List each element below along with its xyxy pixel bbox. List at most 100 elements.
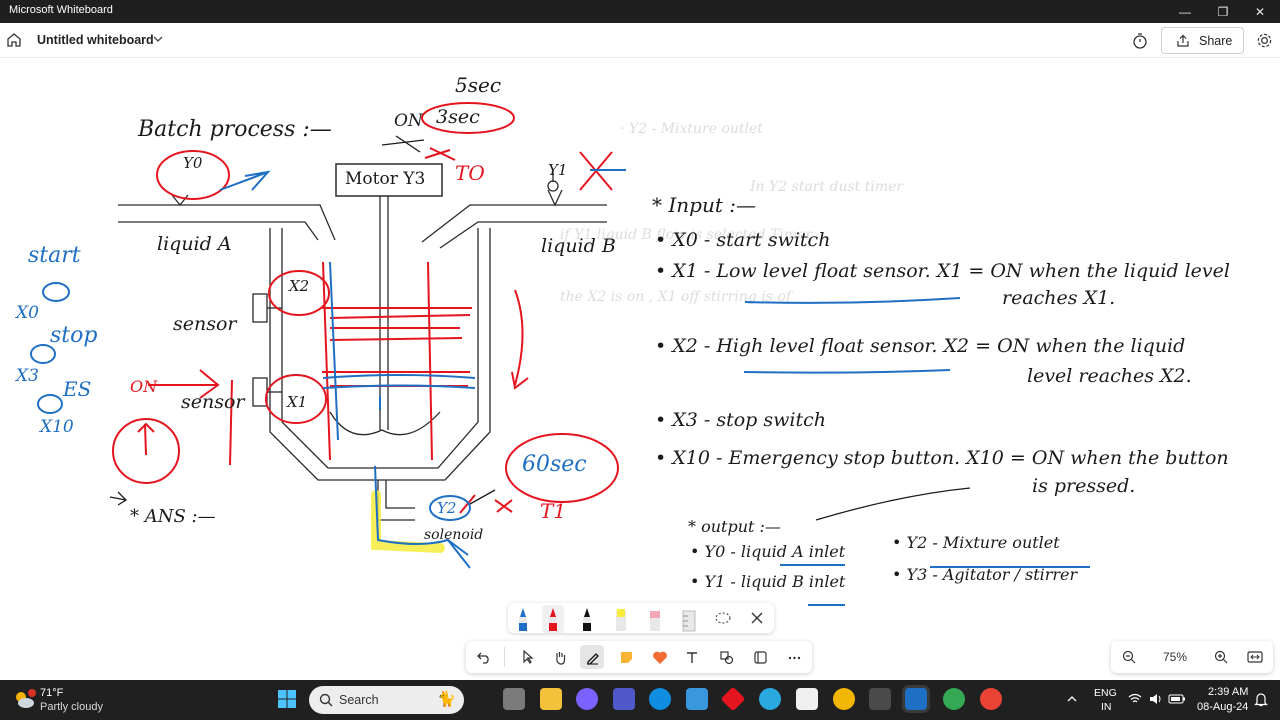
sticky-note-icon[interactable] (614, 645, 638, 669)
timer-5sec-label: 5sec (455, 73, 502, 97)
start-blue-label: start (28, 243, 81, 268)
valve-y0-tag: Y0 (183, 154, 203, 172)
whiteboard-app-icon[interactable] (905, 688, 927, 710)
select-pointer-icon[interactable] (516, 645, 540, 669)
file-explorer-icon[interactable] (540, 688, 562, 710)
pen-tray (508, 603, 774, 633)
app-yellow-icon[interactable] (833, 688, 855, 710)
battery-icon[interactable] (1168, 694, 1186, 704)
undo-icon[interactable] (472, 645, 496, 669)
y2-outlet-tag: Y2 (437, 499, 457, 517)
timer-60sec-label: 60sec (522, 452, 587, 477)
x3-blue-label: X3 (16, 366, 39, 386)
timer-3sec-label: 3sec (436, 106, 480, 128)
zoom-out-icon[interactable] (1117, 645, 1141, 669)
clock-date[interactable]: 08-Aug-24 (1197, 701, 1248, 713)
x2-sensor-tag: X2 (289, 277, 310, 295)
taskbar-search-input[interactable]: Search 🐈 (309, 686, 464, 714)
liquid-b-label: liquid B (541, 235, 616, 257)
highlighter-icon[interactable] (610, 605, 632, 633)
maximize-button[interactable]: ❐ (1203, 0, 1243, 23)
input-item-1-cont: reaches X1. (1002, 287, 1116, 309)
store-icon[interactable] (686, 688, 708, 710)
app-blue-circle-icon[interactable] (759, 688, 781, 710)
document-app-icon[interactable] (796, 688, 818, 710)
chevron-up-icon[interactable] (1066, 694, 1078, 704)
red-pen-icon[interactable] (542, 605, 564, 633)
sensor-bottom-label: sensor (181, 391, 245, 413)
reactions-heart-icon[interactable] (648, 645, 672, 669)
output-item-y1: • Y1 - liquid B inlet (690, 572, 846, 591)
timer-on-label: ON (394, 111, 423, 131)
home-icon[interactable] (6, 32, 22, 48)
zoom-controls: 75% (1111, 641, 1273, 673)
stop-blue-label: stop (50, 323, 98, 348)
output-item-y3: • Y3 - Agitator / stirrer (892, 565, 1078, 584)
es-blue-label: ES (63, 377, 92, 401)
main-toolbar (466, 641, 812, 673)
templates-icon[interactable] (748, 645, 772, 669)
toolbar-divider (504, 647, 505, 667)
output-heading: * output :— (688, 517, 781, 536)
motor-y3-label: Motor Y3 (345, 169, 426, 189)
input-item-0: • X0 - start switch (655, 229, 831, 251)
close-tray-icon[interactable] (746, 605, 768, 633)
text-tool-icon[interactable] (680, 645, 704, 669)
edge-icon[interactable] (649, 688, 671, 710)
chrome-icon[interactable] (943, 688, 965, 710)
app-dark-icon[interactable] (869, 688, 891, 710)
chevron-down-icon[interactable] (152, 33, 164, 45)
weather-temperature[interactable]: 71°F (40, 687, 63, 699)
gear-icon[interactable] (1256, 32, 1273, 49)
inking-pen-icon[interactable] (580, 645, 604, 669)
timer-icon[interactable] (1131, 32, 1149, 50)
search-placeholder: Search (339, 693, 379, 707)
lasso-icon[interactable] (712, 605, 734, 633)
share-icon (1177, 34, 1189, 47)
volume-icon[interactable] (1149, 693, 1163, 705)
shapes-icon[interactable] (714, 645, 738, 669)
input-item-2-cont: level reaches X2. (1027, 365, 1192, 387)
app-header: Untitled whiteboard Share (0, 23, 1280, 58)
ruler-icon[interactable] (678, 605, 700, 633)
language-indicator[interactable]: ENG (1094, 687, 1117, 699)
copilot-icon[interactable] (576, 688, 598, 710)
eraser-icon[interactable] (644, 605, 666, 633)
notification-bell-icon[interactable] (1254, 692, 1268, 707)
input-item-1: • X1 - Low level float sensor. X1 = ON w… (655, 260, 1230, 282)
zoom-in-icon[interactable] (1209, 645, 1233, 669)
close-window-button[interactable]: ✕ (1240, 0, 1280, 23)
share-button[interactable]: Share (1161, 27, 1244, 54)
more-options-icon[interactable] (782, 645, 806, 669)
whiteboard-canvas[interactable]: · Y2 - Mixture outlet In Y2 start dust t… (0, 59, 1280, 680)
search-icon (319, 693, 333, 707)
window-title: Microsoft Whiteboard (9, 4, 113, 16)
teams-icon[interactable] (613, 688, 635, 710)
wifi-icon[interactable] (1128, 693, 1142, 705)
partly-cloudy-icon[interactable] (12, 688, 36, 710)
document-title[interactable]: Untitled whiteboard (37, 33, 154, 47)
input-item-3: • X3 - stop switch (655, 409, 826, 431)
sensor-top-label: sensor (173, 313, 237, 335)
on-red-label: ON (130, 377, 158, 396)
windows-start-icon[interactable] (276, 688, 298, 710)
zoom-level[interactable]: 75% (1163, 650, 1187, 664)
app-red-diamond-icon[interactable] (720, 686, 746, 712)
weather-condition[interactable]: Partly cloudy (40, 701, 103, 713)
chrome-profile-icon[interactable] (980, 688, 1002, 710)
to-label: TO (455, 161, 485, 185)
blue-pen-icon[interactable] (512, 605, 534, 633)
fit-to-screen-icon[interactable] (1243, 645, 1267, 669)
x10-blue-label: X10 (40, 417, 74, 437)
valve-y1-tag: Y1 (548, 161, 568, 179)
clock-time[interactable]: 2:39 AM (1208, 686, 1248, 698)
black-pen-icon[interactable] (576, 605, 598, 633)
input-item-4: • X10 - Emergency stop button. X10 = ON … (655, 447, 1229, 469)
input-item-2: • X2 - High level float sensor. X2 = ON … (655, 335, 1186, 357)
minimize-button[interactable]: — (1165, 0, 1205, 23)
pan-hand-icon[interactable] (548, 645, 572, 669)
task-view-icon[interactable] (503, 688, 525, 710)
x0-blue-label: X0 (16, 303, 39, 323)
input-heading: * Input :— (652, 193, 756, 217)
keyboard-region[interactable]: IN (1101, 701, 1112, 713)
